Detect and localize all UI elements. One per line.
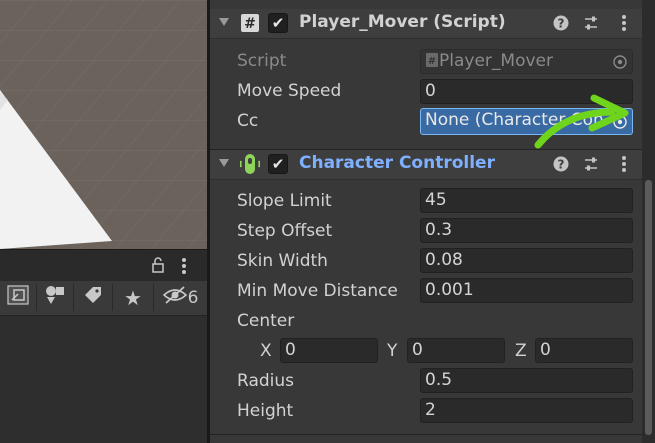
center-z-label[interactable]: Z [515,341,527,361]
height-input[interactable]: 2 [420,398,633,423]
hidden-count: 6 [187,287,199,308]
skin-width-label: Skin Width [237,251,328,271]
character-controller-header[interactable]: ✔ Character Controller ? [210,149,642,180]
project-panel-body [0,316,207,443]
folder-link-button[interactable] [0,284,37,311]
cc-label: Cc [237,111,259,131]
character-controller-enabled-checkbox[interactable]: ✔ [268,154,288,174]
script-object-field: # Player_Mover [420,49,633,74]
more-vert-icon[interactable] [613,12,635,34]
folder-link-icon [7,285,29,310]
foldout-arrow-icon[interactable] [219,159,229,167]
inspector-panel: # ✔ Player_Mover (Script) ? Script # Pla… [210,0,642,443]
component-title: Character Controller [299,153,495,173]
svg-text:#: # [428,56,436,67]
hidden-packages-button[interactable]: 6 [154,284,207,311]
player-mover-header[interactable]: # ✔ Player_Mover (Script) ? [210,9,642,39]
slope-limit-input[interactable]: 45 [420,188,633,213]
script-value: Player_Mover [439,51,553,71]
center-y-input[interactable]: 0 [407,338,505,363]
cc-value: None (Character Con [425,110,604,130]
more-vert-icon[interactable] [181,257,187,279]
cc-object-field[interactable]: None (Character Con [420,108,633,135]
height-label: Height [237,401,294,421]
script-label: Script [237,51,287,71]
scene-grid-plane [0,0,207,249]
tag-icon [83,285,103,310]
foldout-arrow-icon[interactable] [219,18,229,26]
center-x-label[interactable]: X [260,341,272,361]
move-speed-input[interactable]: 0 [420,79,633,104]
move-speed-label: Move Speed [237,81,342,101]
component-title: Player_Mover (Script) [299,12,506,32]
center-y-label[interactable]: Y [387,341,397,361]
component-separator [210,434,642,435]
radius-input[interactable]: 0.5 [420,368,633,393]
radius-label: Radius [237,371,295,391]
filter-by-type-button[interactable] [37,284,74,311]
object-picker-icon [610,52,630,72]
lock-icon[interactable] [151,257,165,277]
scene-view[interactable] [0,0,207,249]
help-icon[interactable]: ? [550,12,572,34]
presets-icon[interactable] [580,153,602,175]
character-controller-icon [240,154,260,174]
svg-text:#: # [244,16,256,32]
min-move-distance-label: Min Move Distance [237,281,398,301]
filter-by-label-button[interactable] [74,284,113,311]
step-offset-input[interactable]: 0.3 [420,218,633,243]
step-offset-label: Step Offset [237,221,333,241]
min-move-distance-input[interactable]: 0.001 [420,278,633,303]
eye-off-icon [162,286,187,309]
csharp-script-icon: # [240,13,260,33]
center-z-input[interactable]: 0 [535,338,633,363]
center-x-input[interactable]: 0 [280,338,378,363]
help-icon[interactable]: ? [550,153,572,175]
star-icon: ★ [124,285,142,310]
skin-width-input[interactable]: 0.08 [420,248,633,273]
csharp-script-icon: # [425,52,439,73]
player-mover-enabled-checkbox[interactable]: ✔ [268,13,288,33]
scrollbar-thumb[interactable] [645,180,652,435]
center-label: Center [237,311,295,331]
svg-text:?: ? [558,158,565,172]
project-toolbar: ★ 6 [0,281,207,316]
more-vert-icon[interactable] [613,153,635,175]
shapes-icon [45,285,65,310]
presets-icon[interactable] [580,12,602,34]
slope-limit-label: Slope Limit [237,191,332,211]
svg-text:?: ? [558,17,565,31]
inspector-scrollbar[interactable] [642,0,655,443]
project-panel-header [0,249,207,282]
object-picker-icon[interactable] [610,112,630,132]
favorites-button[interactable]: ★ [113,284,154,311]
